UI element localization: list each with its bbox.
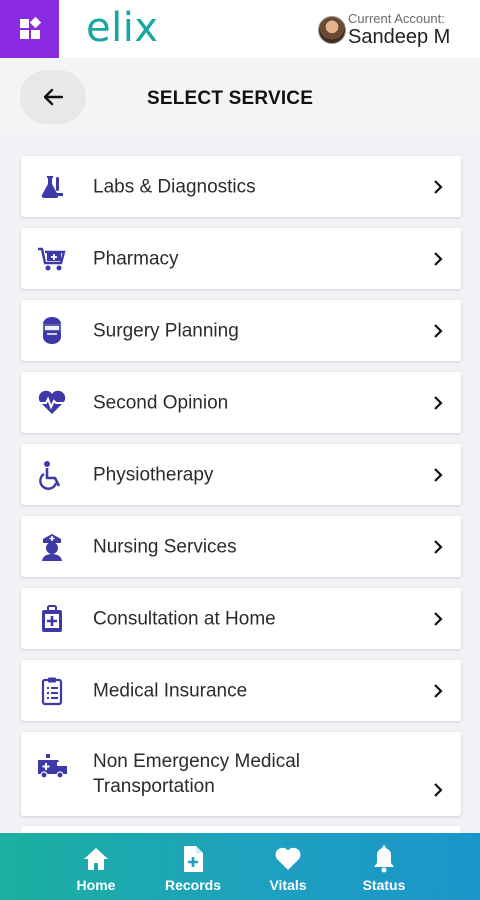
wheelchair-icon <box>36 459 68 491</box>
surgeon-icon <box>36 315 68 347</box>
flask-icon <box>36 171 68 203</box>
back-button[interactable] <box>20 70 86 124</box>
chevron-right-icon <box>431 179 445 194</box>
elix-logo: elix <box>86 5 159 51</box>
nav-label: Home <box>76 877 116 893</box>
chevron-right-icon <box>431 683 445 698</box>
service-item-medical-insurance[interactable]: Medical Insurance <box>21 660 461 721</box>
service-list: Labs & Diagnostics Pharmacy Surgery Plan… <box>21 156 461 827</box>
nav-label: Vitals <box>269 877 307 893</box>
clipboard-icon <box>36 675 68 707</box>
current-account-label: Current Account: <box>348 11 445 26</box>
service-item-label: Medical Insurance <box>93 680 248 701</box>
pharmacy-cart-icon <box>36 243 68 275</box>
service-item-non-emergency-transport[interactable]: Non Emergency Medical Transportation <box>21 732 461 816</box>
bell-icon <box>370 845 398 873</box>
service-item-second-opinion[interactable]: Second Opinion <box>21 372 461 433</box>
file-plus-icon <box>179 845 207 873</box>
service-item-nursing-services[interactable]: Nursing Services <box>21 516 461 577</box>
nav-records[interactable]: Records <box>145 833 241 900</box>
chevron-right-icon <box>431 251 445 266</box>
apps-grid-icon <box>19 17 41 39</box>
service-item-label: Labs & Diagnostics <box>93 176 256 197</box>
nav-label: Status <box>362 877 406 893</box>
chevron-right-icon <box>431 323 445 338</box>
nav-vitals[interactable]: Vitals <box>240 833 336 900</box>
chevron-right-icon <box>431 539 445 554</box>
home-icon <box>82 845 110 873</box>
service-item-label: Surgery Planning <box>93 320 239 341</box>
nav-home[interactable]: Home <box>48 833 144 900</box>
service-item-physiotherapy[interactable]: Physiotherapy <box>21 444 461 505</box>
ambulance-icon <box>36 750 68 782</box>
service-item-surgery-planning[interactable]: Surgery Planning <box>21 300 461 361</box>
avatar[interactable] <box>318 16 346 44</box>
nav-label: Records <box>164 877 222 893</box>
heart-icon <box>274 845 302 873</box>
account-name[interactable]: Sandeep M <box>348 26 450 49</box>
chevron-right-icon <box>431 611 445 626</box>
service-item-pharmacy[interactable]: Pharmacy <box>21 228 461 289</box>
nav-status[interactable]: Status <box>336 833 432 900</box>
service-item-label: Nursing Services <box>93 536 237 557</box>
page-title: SELECT SERVICE <box>147 88 314 109</box>
medical-bag-icon <box>36 603 68 635</box>
chevron-right-icon <box>431 783 445 797</box>
service-item-labs-diagnostics[interactable]: Labs & Diagnostics <box>21 156 461 217</box>
service-item-label: Consultation at Home <box>93 608 276 629</box>
bottom-navigation: Home Records Vitals Status <box>0 833 480 900</box>
apps-menu-button[interactable] <box>0 0 59 58</box>
service-item-label: Physiotherapy <box>93 464 214 485</box>
service-item-label: Second Opinion <box>93 392 229 413</box>
page-header: SELECT SERVICE <box>0 58 480 134</box>
arrow-left-icon <box>43 88 64 106</box>
service-item-label: Pharmacy <box>93 248 179 269</box>
top-app-bar: elix Current Account: Sandeep M <box>0 0 480 58</box>
nurse-icon <box>36 531 68 563</box>
service-item-label: Non Emergency Medical Transportation <box>93 751 300 797</box>
chevron-right-icon <box>431 467 445 482</box>
chevron-right-icon <box>431 395 445 410</box>
heartbeat-icon <box>36 387 68 419</box>
service-item-consultation-at-home[interactable]: Consultation at Home <box>21 588 461 649</box>
